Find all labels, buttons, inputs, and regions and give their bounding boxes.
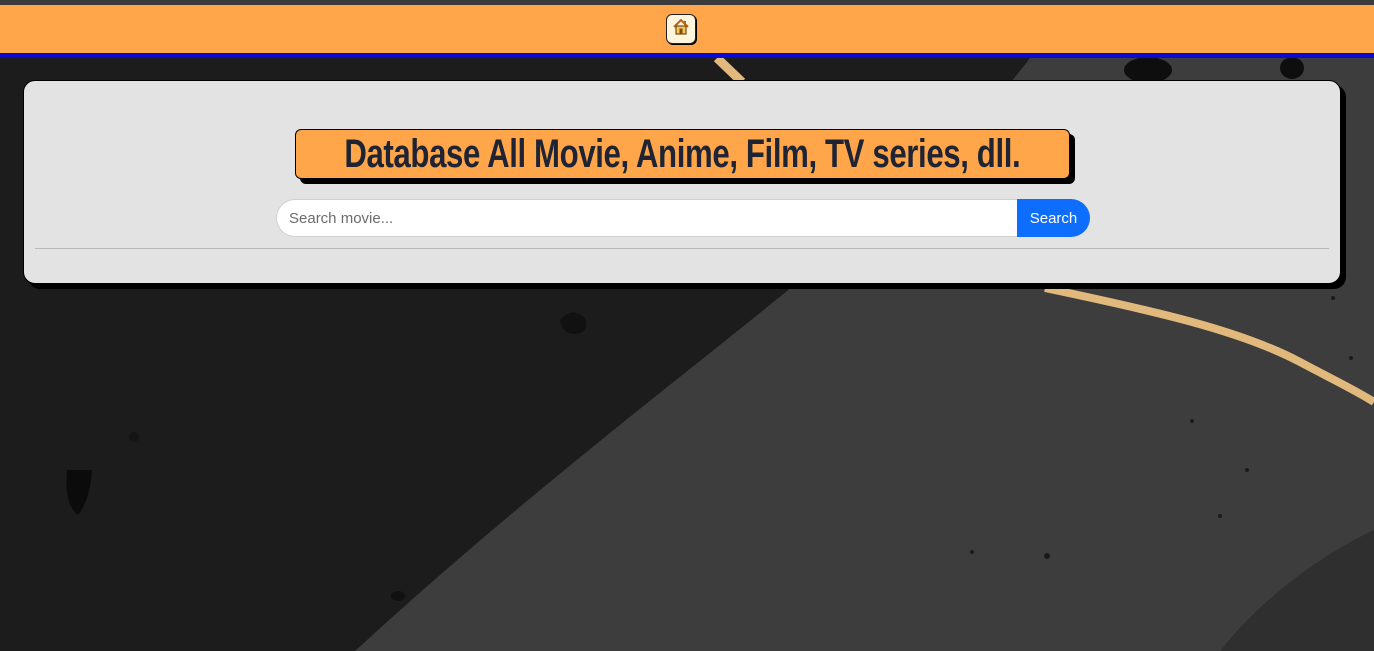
page-title-banner: Database All Movie, Anime, Film, TV seri… — [295, 129, 1070, 179]
home-icon — [671, 17, 691, 42]
hero-card: Database All Movie, Anime, Film, TV seri… — [23, 80, 1341, 284]
search-input[interactable] — [276, 199, 1017, 237]
divider — [35, 248, 1329, 249]
search-button[interactable]: Search — [1017, 199, 1090, 237]
page-title: Database All Movie, Anime, Film, TV seri… — [344, 131, 1021, 176]
home-button[interactable] — [666, 14, 696, 44]
search-form: Search — [276, 199, 1090, 237]
navbar — [0, 5, 1374, 58]
